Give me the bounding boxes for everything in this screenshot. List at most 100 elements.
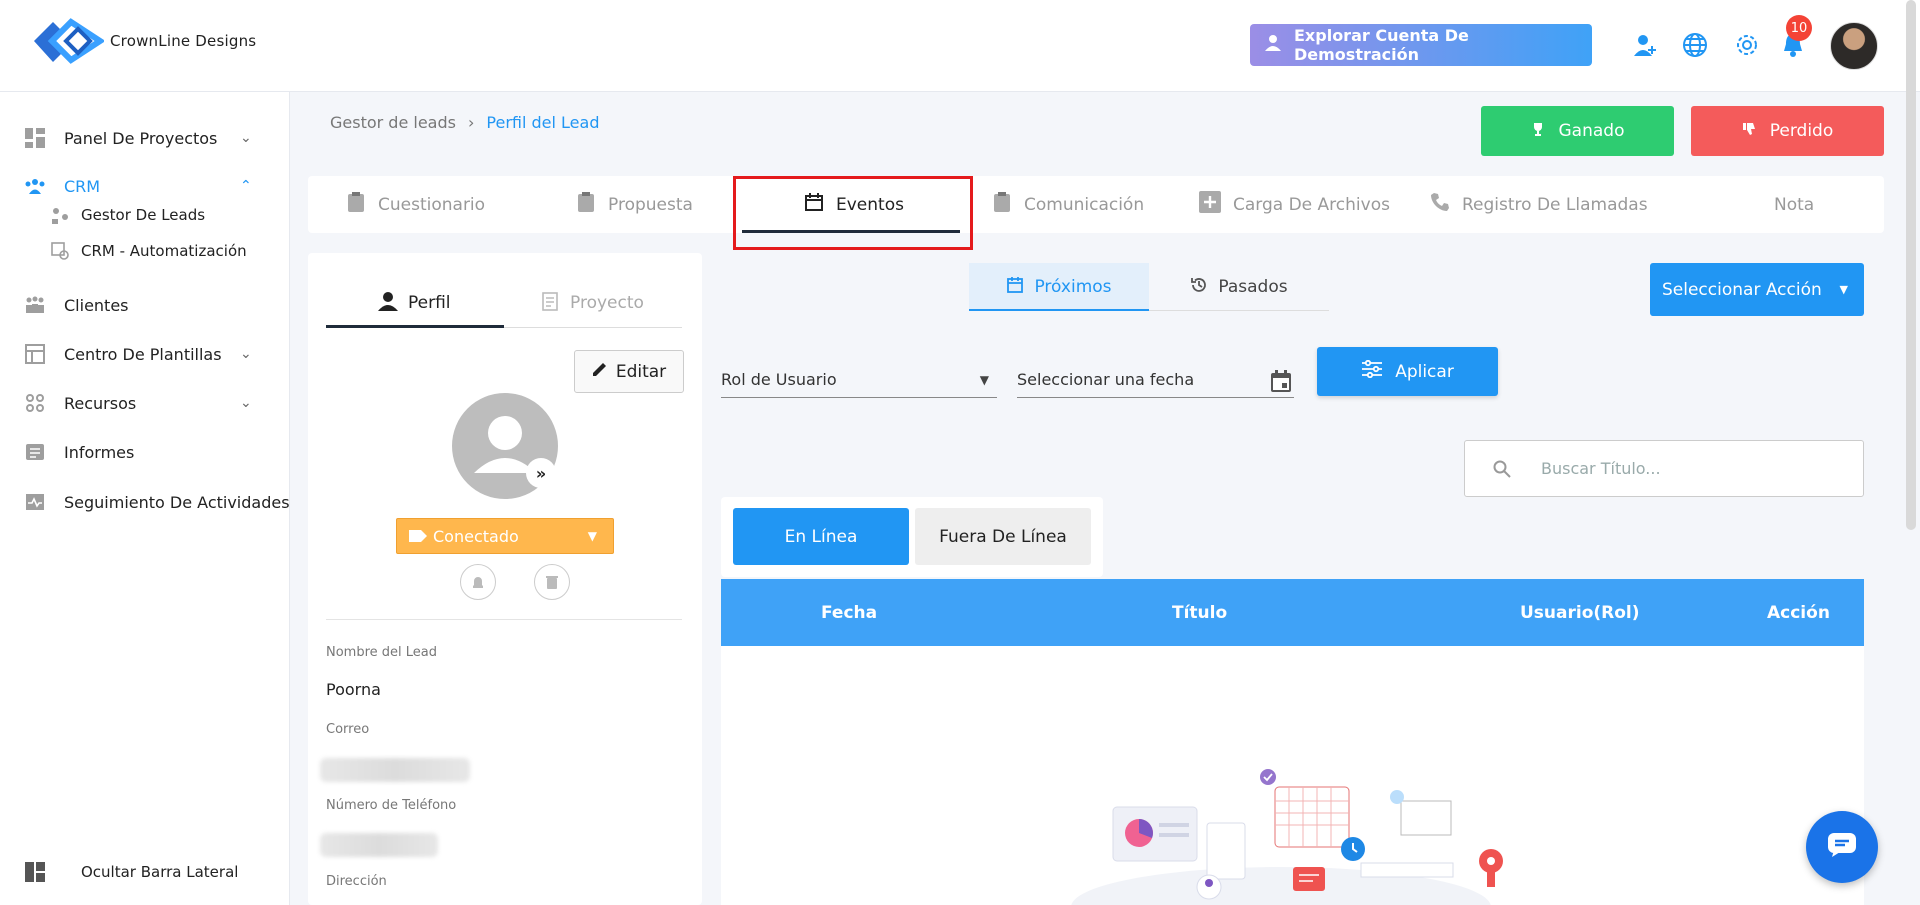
chevron-right-icon: › — [467, 113, 475, 132]
sidebar-item-activity-tracking[interactable]: Seguimiento De Actividades — [0, 482, 290, 522]
sidebar-item-label: Informes — [64, 442, 135, 462]
chevron-down-icon: ⌄ — [240, 130, 252, 146]
lead-name-label: Nombre del Lead — [326, 645, 438, 660]
sidebar-item-project-panel[interactable]: Panel De Proyectos ⌄ — [0, 118, 290, 158]
lead-tabs: Cuestionario Propuesta Eventos Comunicac… — [308, 176, 1884, 233]
column-header-user-role[interactable]: Usuario(Rol) — [1520, 579, 1640, 646]
lost-button[interactable]: Perdido — [1691, 106, 1884, 156]
trophy-icon — [1531, 121, 1545, 141]
tab-past[interactable]: Pasados — [1149, 263, 1329, 311]
sidebar-item-template-center[interactable]: Centro De Plantillas ⌄ — [0, 334, 290, 374]
caret-down-icon: ▼ — [979, 372, 989, 387]
clipboard-icon — [992, 191, 1012, 218]
tab-proposal[interactable]: Propuesta — [576, 176, 693, 233]
lead-status-value: Conectado — [433, 526, 519, 546]
tab-questionnaire[interactable]: Cuestionario — [346, 176, 485, 233]
event-mode-toggle: En Línea Fuera De Línea — [721, 497, 1103, 577]
sidebar-item-resources[interactable]: Recursos ⌄ — [0, 383, 290, 423]
clipboard-icon — [346, 191, 366, 218]
sidebar-item-label: CRM — [64, 176, 101, 196]
phone-icon — [1430, 192, 1450, 217]
lead-manager-icon — [50, 205, 70, 225]
hide-sidebar-button[interactable]: Ocultar Barra Lateral — [0, 852, 290, 892]
tab-file-upload[interactable]: Carga De Archivos — [1199, 176, 1390, 233]
tab-upcoming[interactable]: Próximos — [969, 263, 1149, 311]
phone-value-redacted — [320, 833, 438, 857]
sliders-icon — [1361, 359, 1383, 383]
edit-button[interactable]: Editar — [574, 350, 684, 393]
apply-label: Aplicar — [1395, 361, 1454, 382]
brand-name: CrownLine Designs — [110, 32, 257, 50]
chat-support-button[interactable] — [1806, 811, 1878, 883]
chevron-up-icon: ⌃ — [240, 178, 252, 194]
tab-label: Carga De Archivos — [1233, 194, 1390, 215]
history-icon — [1190, 276, 1208, 299]
caret-down-icon: ▼ — [587, 529, 597, 543]
sidebar-item-reports[interactable]: Informes — [0, 432, 290, 472]
tab-profile[interactable]: Perfil — [378, 283, 451, 323]
edit-label: Editar — [615, 361, 667, 382]
delete-icon[interactable] — [534, 564, 570, 600]
tab-label: Propuesta — [608, 194, 693, 215]
sidebar-item-label: Seguimiento De Actividades — [64, 492, 290, 512]
column-header-title[interactable]: Título — [1172, 579, 1227, 646]
column-header-date[interactable]: Fecha — [821, 579, 877, 646]
sidebar-item-crm-automation[interactable]: CRM - Automatización — [0, 235, 290, 267]
chevron-down-icon: ⌄ — [240, 395, 252, 411]
phone-label: Número de Teléfono — [326, 798, 457, 813]
email-label: Correo — [326, 722, 370, 737]
tab-call-log[interactable]: Registro De Llamadas — [1430, 176, 1648, 233]
tab-upcoming-label: Próximos — [1034, 277, 1112, 297]
lead-status-select[interactable]: Conectado ▼ — [396, 518, 614, 554]
won-label: Ganado — [1558, 121, 1625, 141]
crownline-logo-icon — [28, 12, 106, 70]
search-icon — [1493, 460, 1511, 482]
sidebar-item-lead-manager[interactable]: Gestor De Leads — [0, 199, 290, 231]
reports-icon — [24, 441, 46, 463]
column-header-action[interactable]: Acción — [1767, 579, 1830, 646]
tab-project[interactable]: Proyecto — [540, 283, 644, 323]
date-placeholder: Seleccionar una fecha — [1017, 370, 1195, 389]
table-header: Fecha Título Usuario(Rol) Acción — [721, 579, 1864, 646]
explore-demo-button[interactable]: Explorar Cuenta De Demostración — [1250, 24, 1592, 66]
double-chevron-right-icon[interactable]: » — [526, 458, 556, 488]
hide-sidebar-label: Ocultar Barra Lateral — [81, 863, 239, 881]
lost-label: Perdido — [1769, 121, 1834, 141]
user-role-select[interactable]: Rol de Usuario ▼ — [721, 362, 997, 398]
globe-icon[interactable] — [1680, 30, 1710, 60]
notification-count-badge: 10 — [1786, 15, 1812, 41]
online-toggle-button[interactable]: En Línea — [733, 508, 909, 565]
tab-communication[interactable]: Comunicación — [992, 176, 1144, 233]
user-icon — [1264, 34, 1282, 56]
select-action-button[interactable]: Seleccionar Acción ▼ — [1650, 263, 1864, 316]
sidebar-item-clients[interactable]: Clientes — [0, 285, 290, 325]
alarm-icon[interactable] — [460, 564, 496, 600]
events-tab-highlight — [733, 176, 973, 250]
chevron-down-icon: ⌄ — [240, 346, 252, 362]
settings-gear-icon[interactable] — [1732, 30, 1762, 60]
breadcrumb: Gestor de leads › Perfil del Lead — [330, 113, 599, 132]
activity-icon — [24, 491, 46, 513]
brand-logo[interactable]: CrownLine Designs — [28, 12, 256, 70]
page-scrollbar[interactable] — [1906, 0, 1916, 530]
tab-project-label: Proyecto — [570, 293, 644, 313]
dashboard-icon — [24, 127, 46, 149]
calendar-icon[interactable] — [1270, 369, 1292, 397]
template-icon — [24, 343, 46, 365]
add-user-icon[interactable] — [1630, 30, 1660, 60]
search-title-input[interactable]: Buscar Título... — [1464, 440, 1864, 497]
events-table: Fecha Título Usuario(Rol) Acción — [721, 579, 1864, 905]
offline-toggle-button[interactable]: Fuera De Línea — [915, 508, 1091, 565]
date-picker-input[interactable]: Seleccionar una fecha — [1017, 362, 1294, 398]
won-button[interactable]: Ganado — [1481, 106, 1674, 156]
person-icon — [378, 291, 398, 316]
email-value-redacted — [320, 758, 470, 782]
user-avatar[interactable] — [1830, 22, 1878, 70]
apply-filter-button[interactable]: Aplicar — [1317, 347, 1498, 396]
calendar-icon — [1006, 276, 1024, 299]
thumbs-down-icon — [1742, 121, 1756, 141]
layout-icon — [24, 861, 46, 883]
tab-note[interactable]: Nota — [1774, 176, 1814, 233]
breadcrumb-parent[interactable]: Gestor de leads — [330, 113, 456, 132]
top-bar: CrownLine Designs Explorar Cuenta De Dem… — [0, 0, 1920, 92]
